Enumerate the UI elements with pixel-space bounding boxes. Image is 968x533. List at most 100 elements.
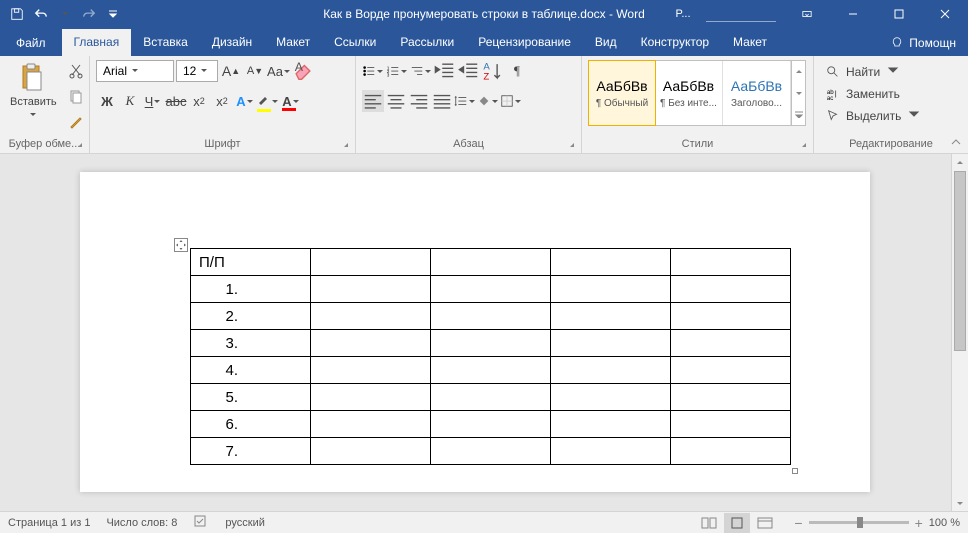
line-spacing-button[interactable]: [454, 90, 476, 112]
undo-icon[interactable]: [30, 3, 52, 25]
multilevel-button[interactable]: [410, 60, 432, 82]
find-button[interactable]: Найти: [826, 62, 921, 82]
close-icon[interactable]: [922, 0, 968, 28]
grow-font-button[interactable]: A▲: [220, 60, 242, 82]
shading-button[interactable]: [477, 90, 499, 112]
copy-button[interactable]: [65, 86, 87, 108]
zoom-level[interactable]: 100 %: [929, 517, 960, 529]
zoom-thumb[interactable]: [857, 517, 863, 528]
tab-view[interactable]: Вид: [583, 29, 629, 56]
status-language[interactable]: русский: [225, 517, 264, 529]
table-cell[interactable]: 6.: [191, 411, 311, 438]
bold-button[interactable]: Ж: [96, 90, 118, 112]
status-words[interactable]: Число слов: 8: [106, 517, 177, 529]
shrink-font-button[interactable]: A▼: [244, 60, 266, 82]
redo-icon[interactable]: [78, 3, 100, 25]
table-move-handle-icon[interactable]: [174, 238, 188, 252]
tab-insert[interactable]: Вставка: [131, 29, 200, 56]
style-normal[interactable]: АаБбВв¶ Обычный: [588, 60, 656, 126]
paragraph-dialog-icon[interactable]: [565, 139, 577, 151]
text-effects-button[interactable]: A: [234, 90, 256, 112]
print-layout-icon[interactable]: [724, 513, 750, 533]
decrease-indent-button[interactable]: [434, 60, 456, 82]
zoom-in-icon[interactable]: +: [915, 515, 923, 531]
ribbon-options-icon[interactable]: [784, 0, 830, 28]
tab-references[interactable]: Ссылки: [322, 29, 388, 56]
clipboard-dialog-icon[interactable]: [73, 139, 85, 151]
borders-button[interactable]: [500, 90, 522, 112]
table-cell[interactable]: 4.: [191, 357, 311, 384]
superscript-button[interactable]: x2: [211, 90, 233, 112]
strike-button[interactable]: abc: [165, 90, 187, 112]
paste-button[interactable]: Вставить: [6, 60, 61, 124]
scroll-up-icon[interactable]: [952, 154, 968, 171]
undo-dropdown-icon[interactable]: [54, 3, 76, 25]
format-painter-button[interactable]: [65, 112, 87, 134]
font-name-combo[interactable]: Arial: [96, 60, 174, 82]
qat-customize-icon[interactable]: [102, 3, 124, 25]
cut-button[interactable]: [65, 60, 87, 82]
document-scroll[interactable]: П/П 1. 2. 3. 4. 5. 6. 7.: [0, 154, 951, 511]
zoom-out-icon[interactable]: −: [794, 515, 802, 531]
paste-dropdown-icon[interactable]: [29, 110, 37, 122]
underline-button[interactable]: Ч: [142, 90, 164, 112]
tab-review[interactable]: Рецензирование: [466, 29, 583, 56]
increase-indent-button[interactable]: [458, 60, 480, 82]
status-page[interactable]: Страница 1 из 1: [8, 517, 90, 529]
collapse-ribbon-icon[interactable]: [948, 135, 964, 151]
table-cell[interactable]: 1.: [191, 276, 311, 303]
italic-button[interactable]: К: [119, 90, 141, 112]
align-center-button[interactable]: [385, 90, 407, 112]
tell-me[interactable]: Помощн: [879, 36, 968, 56]
style-expand-icon[interactable]: [792, 104, 805, 125]
read-mode-icon[interactable]: [696, 513, 722, 533]
table-resize-handle-icon[interactable]: [792, 468, 798, 474]
align-left-button[interactable]: [362, 90, 384, 112]
tab-mailings[interactable]: Рассылки: [388, 29, 466, 56]
highlight-button[interactable]: [257, 90, 279, 112]
tab-layout[interactable]: Макет: [264, 29, 322, 56]
show-marks-button[interactable]: ¶: [506, 60, 528, 82]
replace-button[interactable]: abacЗаменить: [826, 84, 921, 104]
tab-design[interactable]: Дизайн: [200, 29, 264, 56]
tab-home[interactable]: Главная: [62, 29, 132, 56]
page[interactable]: П/П 1. 2. 3. 4. 5. 6. 7.: [80, 172, 870, 492]
table-cell[interactable]: 3.: [191, 330, 311, 357]
justify-button[interactable]: [431, 90, 453, 112]
tab-table-layout[interactable]: Макет: [721, 29, 779, 56]
style-nospacing[interactable]: АаБбВв¶ Без инте...: [655, 61, 723, 125]
styles-dialog-icon[interactable]: [797, 139, 809, 151]
table-cell[interactable]: 5.: [191, 384, 311, 411]
status-proofing-icon[interactable]: [193, 513, 209, 532]
style-scroll-up-icon[interactable]: [792, 61, 805, 82]
font-size-combo[interactable]: 12: [176, 60, 218, 82]
web-layout-icon[interactable]: [752, 513, 778, 533]
save-icon[interactable]: [6, 3, 28, 25]
style-scroll-down-icon[interactable]: [792, 82, 805, 103]
clear-format-button[interactable]: A: [292, 60, 314, 82]
vertical-scrollbar[interactable]: [951, 154, 968, 511]
styles-gallery[interactable]: АаБбВв¶ Обычный АаБбВв¶ Без инте... АаБб…: [588, 60, 806, 126]
table-cell[interactable]: 7.: [191, 438, 311, 465]
align-right-button[interactable]: [408, 90, 430, 112]
document-table[interactable]: П/П 1. 2. 3. 4. 5. 6. 7.: [190, 248, 791, 465]
minimize-icon[interactable]: [830, 0, 876, 28]
font-color-button[interactable]: A: [280, 90, 302, 112]
style-heading1[interactable]: АаБбВвЗаголово...: [723, 61, 791, 125]
table-cell[interactable]: 2.: [191, 303, 311, 330]
numbering-button[interactable]: 123: [386, 60, 408, 82]
font-dialog-icon[interactable]: [339, 139, 351, 151]
tab-table-design[interactable]: Конструктор: [629, 29, 721, 56]
select-button[interactable]: Выделить: [826, 106, 921, 126]
account-name[interactable]: P...: [668, 0, 698, 28]
zoom-slider[interactable]: [809, 521, 909, 524]
change-case-button[interactable]: Aa: [268, 60, 290, 82]
bullets-button[interactable]: [362, 60, 384, 82]
subscript-button[interactable]: x2: [188, 90, 210, 112]
sort-button[interactable]: AZ: [482, 60, 504, 82]
maximize-icon[interactable]: [876, 0, 922, 28]
tab-file[interactable]: Файл: [0, 30, 62, 56]
scroll-down-icon[interactable]: [952, 494, 968, 511]
table-header-cell[interactable]: П/П: [191, 249, 311, 276]
scrollbar-thumb[interactable]: [954, 171, 966, 351]
